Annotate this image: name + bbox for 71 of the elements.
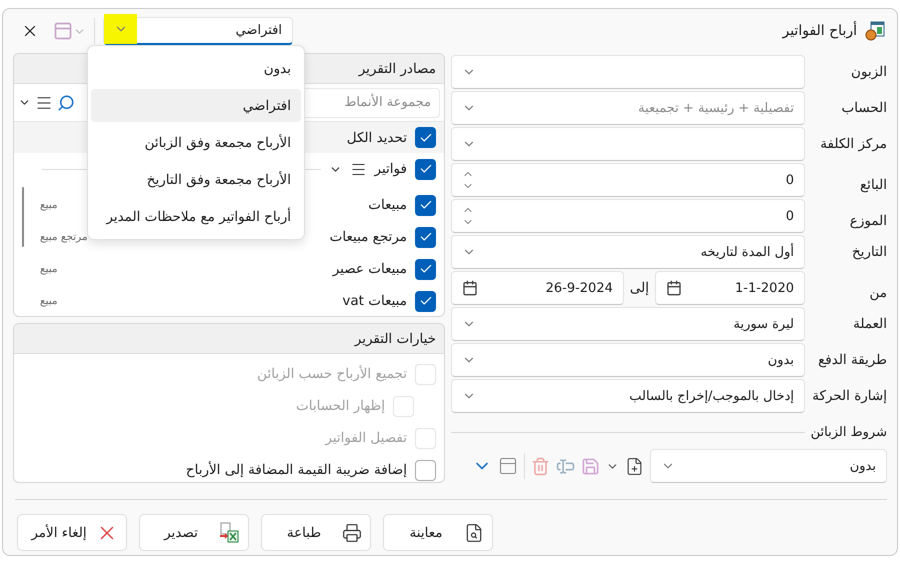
field-label: إشارة الحركة (811, 388, 887, 404)
field-label: العملة (852, 316, 887, 332)
type-label: مبيع (40, 295, 58, 307)
group-label: فواتير (374, 161, 407, 177)
panel-icon[interactable] (498, 456, 518, 476)
delete-icon (531, 456, 550, 476)
report-icon (865, 21, 885, 41)
type-label: مبيع (40, 199, 58, 211)
number-field[interactable]: 0 (451, 199, 805, 233)
panel-title: خيارات التقرير (354, 330, 436, 346)
dropdown-field[interactable]: ليرة سورية (451, 307, 805, 341)
menu-item[interactable]: الأرباح مجمعة وفق التاريخ (91, 163, 301, 196)
dropdown-field[interactable] (451, 55, 805, 89)
dropdown-field[interactable]: بدون (451, 343, 805, 377)
print-button[interactable]: طباعة (261, 514, 371, 551)
checkbox[interactable] (415, 258, 436, 280)
field-label: البائع (859, 177, 887, 195)
source-label: مرتجع مبيعات (330, 229, 407, 245)
source-label: مبيعات (368, 197, 407, 213)
field-label: التاريخ (850, 244, 887, 260)
printer-icon (342, 522, 362, 542)
checkbox[interactable] (415, 127, 436, 148)
dropdown-toggle-button[interactable] (104, 14, 137, 44)
field-label: من (868, 285, 887, 303)
dropdown-field[interactable]: إدخال بالموجب/إخراج بالسالب (451, 379, 805, 413)
date-field[interactable]: 1-1-2020 (655, 271, 805, 305)
rename-icon (556, 456, 575, 476)
spreadsheet-export-icon (218, 522, 240, 544)
type-label: مرتجع مبيع (40, 231, 88, 243)
export-button[interactable]: تصدير (139, 514, 249, 551)
option-label: إظهار الحسابات (296, 398, 385, 414)
dropdown-field[interactable]: أول المدة لتاريخه (451, 235, 805, 269)
type-label: مبيع (40, 263, 58, 275)
field-label: الحساب (840, 100, 887, 116)
field-label: الموزع (848, 213, 887, 231)
checkbox[interactable] (415, 226, 436, 248)
menu-item[interactable]: أرباح الفواتير مع ملاحظات المدير (91, 200, 301, 233)
option-label: تجميع الأرباح حسب الزبائن (257, 366, 407, 382)
preview-button[interactable]: معاينة (383, 514, 493, 551)
section-title: شروط الزبائن (810, 424, 887, 440)
field-label: الزبون (850, 64, 887, 80)
window-title: أرباح الفواتير (782, 23, 857, 39)
search-document-icon (464, 522, 484, 542)
checkbox[interactable] (415, 460, 436, 480)
menu-item[interactable]: افتراضي (91, 89, 301, 122)
dropdown-field[interactable] (451, 127, 805, 161)
source-label: مبيعات عصير (332, 261, 407, 277)
field-label: طريقة الدفع (817, 352, 887, 368)
dropdown-field[interactable]: بدون (650, 449, 887, 483)
panel-title: مصادر التقرير (358, 60, 436, 76)
cancel-button[interactable]: إلغاء الأمر (17, 514, 127, 551)
calendar-icon[interactable] (462, 280, 478, 296)
scrollbar-thumb[interactable] (22, 187, 24, 247)
menu-item[interactable]: بدون (91, 52, 301, 85)
checkbox[interactable] (415, 290, 436, 312)
checkbox[interactable] (415, 194, 436, 216)
option-label: تفصيل الفواتير (325, 430, 407, 446)
checkbox-label: تحديد الكل (346, 130, 407, 146)
source-label: مبيعات vat (342, 293, 407, 309)
date-field[interactable]: 26-9-2024 (451, 271, 624, 305)
field-label: إلى (628, 280, 650, 296)
calendar-icon[interactable] (666, 280, 682, 296)
layout-dropdown[interactable]: افتراضي (103, 17, 293, 45)
menu-item[interactable]: الأرباح مجمعة وفق الزبائن (91, 126, 301, 159)
checkbox[interactable] (415, 158, 436, 180)
new-file-icon[interactable] (625, 456, 644, 476)
option-label: إضافة ضريبة القيمة المضافة إلى الأرباح (186, 462, 407, 478)
number-field[interactable]: 0 (451, 163, 805, 197)
search-icon[interactable] (57, 94, 75, 112)
field-label: مركز الكلفة (819, 136, 887, 152)
save-icon (581, 456, 600, 476)
